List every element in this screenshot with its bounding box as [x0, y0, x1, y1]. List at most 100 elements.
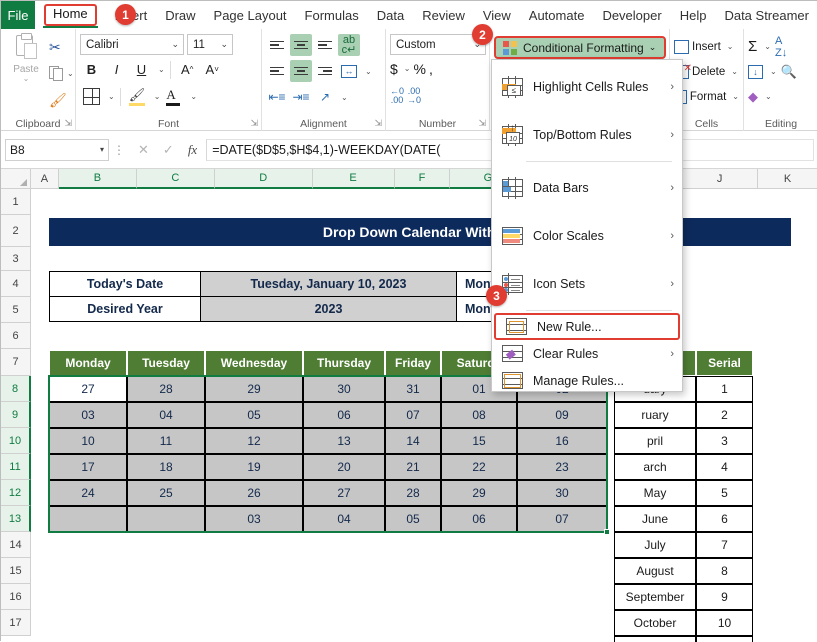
font-color-chevron-down-icon[interactable]: ⌄ — [190, 92, 197, 101]
row-header-8[interactable]: 8 — [1, 376, 31, 402]
increase-indent-button[interactable]: ⇥≡ — [290, 86, 312, 108]
column-header-E[interactable]: E — [312, 169, 395, 189]
menu-item-manage-rules[interactable]: Manage Rules... — [492, 367, 682, 394]
month-serial-cell[interactable]: 6 — [696, 506, 753, 532]
orientation-button[interactable]: ↗ — [314, 86, 336, 108]
menu-item-clear-rules[interactable]: ◆ Clear Rules › — [492, 340, 682, 367]
tab-data[interactable]: Data — [368, 1, 413, 29]
menu-item-highlight-cells-rules[interactable]: ≤ Highlight Cells Rules › — [492, 63, 682, 111]
column-header-D[interactable]: D — [214, 169, 313, 189]
row-header-1[interactable]: 1 — [1, 189, 31, 215]
desired-year-value-cell[interactable]: 2023 — [200, 296, 457, 322]
menu-item-new-rule[interactable]: New Rule... — [494, 313, 680, 340]
tab-page-layout[interactable]: Page Layout — [205, 1, 296, 29]
tab-formulas[interactable]: Formulas — [296, 1, 368, 29]
column-header-B[interactable]: B — [58, 169, 137, 189]
row-header-3[interactable]: 3 — [1, 247, 31, 271]
desired-year-label-cell[interactable]: Desired Year — [49, 296, 201, 322]
calendar-cell[interactable]: 22 — [441, 454, 517, 480]
name-box[interactable]: B8 ▾ — [5, 138, 109, 161]
calendar-cell[interactable] — [49, 506, 127, 532]
wrap-text-button[interactable]: ab c↵ — [338, 34, 360, 56]
underline-button[interactable]: U — [130, 58, 153, 81]
format-chevron-down-icon[interactable]: ⌄ — [732, 92, 739, 101]
number-dialog-launcher[interactable]: ⇲ — [478, 118, 486, 129]
alignment-dialog-launcher[interactable]: ⇲ — [374, 118, 382, 129]
calendar-cell[interactable]: 23 — [517, 454, 607, 480]
month-name-cell[interactable]: August — [614, 558, 696, 584]
font-dialog-launcher[interactable]: ⇲ — [250, 118, 258, 129]
format-cells-button[interactable]: Format ⌄ — [674, 84, 739, 109]
delete-chevron-down-icon[interactable]: ⌄ — [731, 67, 738, 76]
calendar-cell[interactable]: 12 — [205, 428, 303, 454]
calendar-cell[interactable]: 09 — [517, 402, 607, 428]
increase-font-size-button[interactable]: A ^ — [176, 58, 199, 81]
calendar-cell[interactable]: 03 — [205, 506, 303, 532]
currency-button[interactable]: $ — [390, 61, 398, 77]
calendar-cell[interactable]: 28 — [385, 480, 441, 506]
calendar-cell[interactable]: 20 — [303, 454, 385, 480]
row-header-2[interactable]: 2 — [1, 215, 31, 247]
calendar-cell[interactable]: 18 — [127, 454, 205, 480]
calendar-cell[interactable]: 13 — [303, 428, 385, 454]
paste-chevron-down-icon[interactable]: ⌄ — [23, 75, 30, 83]
calendar-cell[interactable]: 27 — [303, 480, 385, 506]
align-left-button[interactable] — [266, 60, 288, 82]
tab-automate[interactable]: Automate — [520, 1, 594, 29]
month-name-cell[interactable]: ruary — [614, 402, 696, 428]
fill-button[interactable]: ↓ — [748, 64, 763, 79]
font-color-button[interactable]: A — [162, 85, 185, 108]
copy-chevron-down-icon[interactable]: ⌄ — [67, 69, 74, 78]
calendar-cell[interactable]: 31 — [385, 376, 441, 402]
calendar-cell[interactable] — [127, 506, 205, 532]
tab-data-streamer[interactable]: Data Streamer — [715, 1, 817, 29]
row-header-5[interactable]: 5 — [1, 297, 31, 323]
borders-chevron-down-icon[interactable]: ⌄ — [108, 92, 115, 101]
borders-button[interactable] — [80, 85, 103, 108]
calendar-cell[interactable]: 10 — [49, 428, 127, 454]
calendar-cell[interactable]: 24 — [49, 480, 127, 506]
calendar-cell[interactable]: 30 — [517, 480, 607, 506]
tab-home[interactable]: Home — [35, 1, 106, 29]
decrease-font-size-button[interactable]: A ˅ — [201, 58, 224, 81]
calendar-cell[interactable]: 11 — [127, 428, 205, 454]
calendar-cell[interactable]: 26 — [205, 480, 303, 506]
copy-button[interactable]: ⌄ — [49, 62, 74, 86]
decrease-decimal-button[interactable]: .00 →0 — [407, 86, 421, 105]
calendar-cell[interactable]: 15 — [441, 428, 517, 454]
conditional-formatting-button[interactable]: Conditional Formatting ⌄ — [494, 36, 666, 59]
calendar-cell[interactable]: 16 — [517, 428, 607, 454]
bold-button[interactable]: B — [80, 58, 103, 81]
calendar-cell[interactable]: 29 — [205, 376, 303, 402]
row-header-7[interactable]: 7 — [1, 349, 31, 376]
calendar-cell[interactable]: 17 — [49, 454, 127, 480]
delete-cells-button[interactable]: ✕ Delete ⌄ — [674, 59, 739, 84]
month-serial-cell[interactable]: 7 — [696, 532, 753, 558]
insert-chevron-down-icon[interactable]: ⌄ — [727, 42, 734, 51]
row-header-13[interactable]: 13 — [1, 506, 31, 532]
row-header-10[interactable]: 10 — [1, 428, 31, 454]
column-header-F[interactable]: F — [394, 169, 451, 189]
month-serial-cell[interactable]: 1 — [696, 376, 753, 402]
month-name-cell[interactable]: May — [614, 480, 696, 506]
comma-style-button[interactable]: , — [429, 61, 433, 77]
month-serial-cell[interactable]: 10 — [696, 610, 753, 636]
tab-developer[interactable]: Developer — [593, 1, 670, 29]
month-serial-cell[interactable]: 4 — [696, 454, 753, 480]
align-top-button[interactable] — [266, 34, 288, 56]
italic-button[interactable]: I — [105, 58, 128, 81]
calendar-cell[interactable]: 14 — [385, 428, 441, 454]
insert-cells-button[interactable]: Insert ⌄ — [674, 34, 739, 59]
tab-file[interactable]: File — [1, 1, 35, 29]
align-middle-button[interactable] — [290, 34, 312, 56]
autosum-chevron-down-icon[interactable]: ⌄ — [764, 42, 771, 51]
month-serial-cell[interactable]: 3 — [696, 428, 753, 454]
month-serial-cell[interactable]: 8 — [696, 558, 753, 584]
calendar-cell[interactable]: 07 — [385, 402, 441, 428]
calendar-cell[interactable]: 08 — [441, 402, 517, 428]
autosum-button[interactable]: Σ — [748, 38, 757, 55]
row-header-6[interactable]: 6 — [1, 323, 31, 349]
row-header-4[interactable]: 4 — [1, 271, 31, 297]
cancel-formula-icon[interactable]: ✕ — [138, 142, 149, 158]
calendar-cell[interactable]: 21 — [385, 454, 441, 480]
